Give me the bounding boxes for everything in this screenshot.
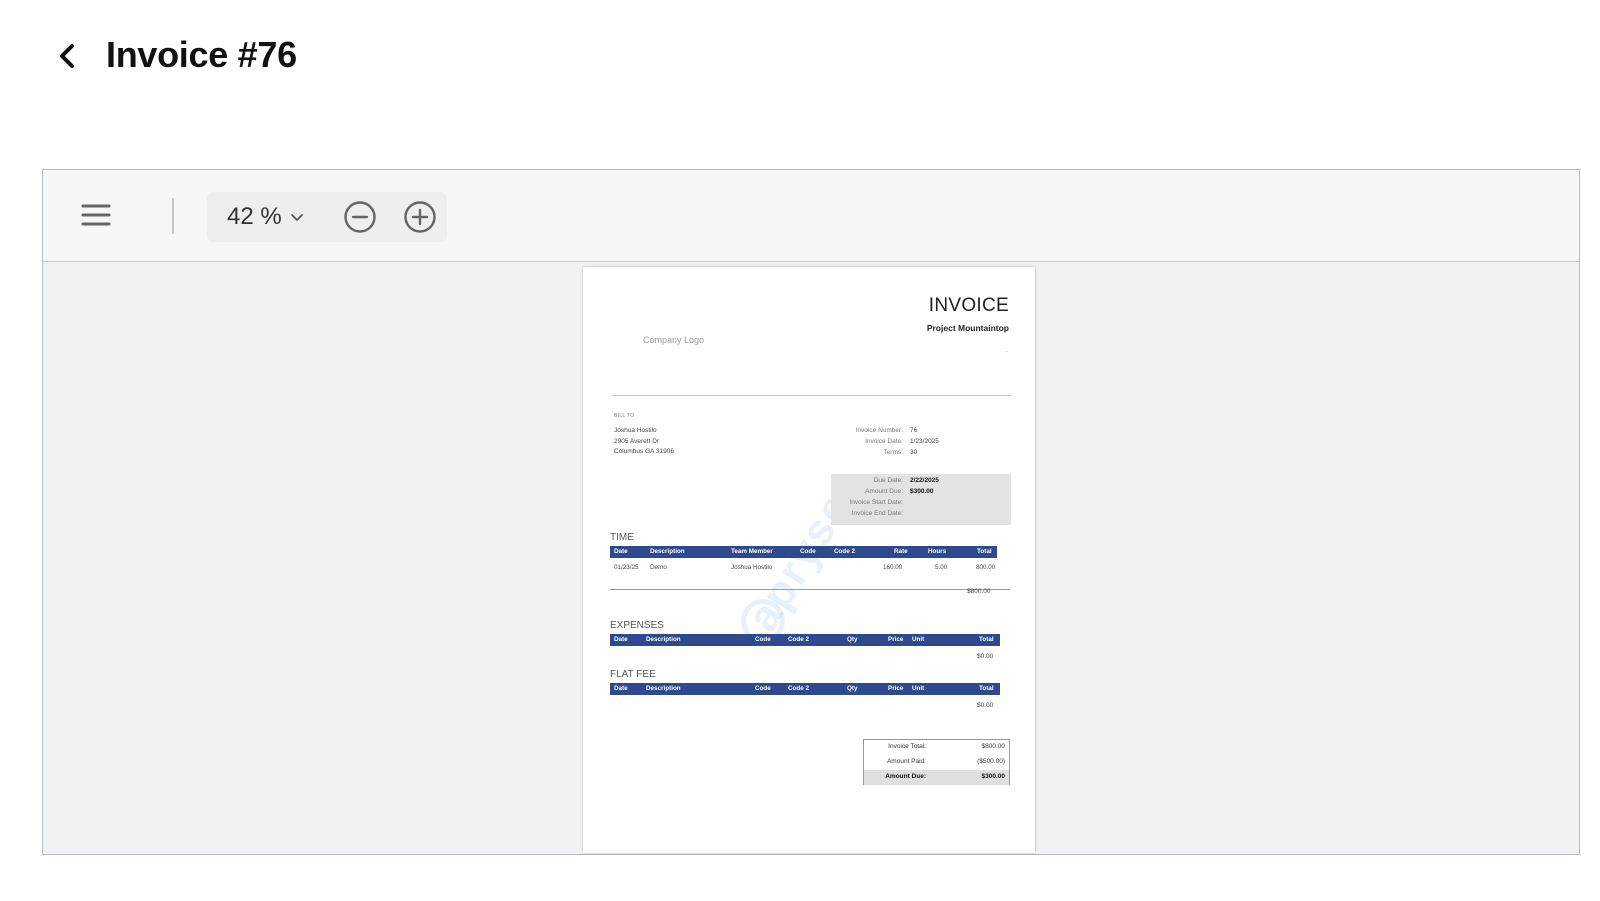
bill-to-city: Columbus GA 31906 — [614, 448, 674, 455]
col-description: Description — [646, 685, 681, 692]
page-header: Invoice #76 — [0, 0, 1600, 120]
invoice-total-value: $800.00 — [981, 743, 1006, 750]
time-row-rate: 160.00 — [883, 564, 903, 571]
plus-circle-icon — [404, 201, 436, 233]
zoom-value: 42 % — [227, 203, 282, 230]
expenses-table-header: Date Description Code Code 2 Qty Price U… — [610, 634, 1000, 646]
col-qty: Qty — [847, 685, 858, 692]
back-button[interactable] — [50, 38, 84, 74]
col-description: Description — [646, 636, 681, 643]
col-total: Total — [979, 685, 994, 692]
col-date: Date — [614, 685, 628, 692]
invoice-date-label: Invoice Date: — [865, 438, 903, 445]
col-total: Total — [977, 548, 992, 555]
flat-fee-table-header: Date Description Code Code 2 Qty Price U… — [610, 683, 1000, 695]
col-total: Total — [979, 636, 994, 643]
header-dot: . — [1006, 347, 1008, 354]
invoice-heading: INVOICE — [928, 295, 1009, 316]
zoom-in-button[interactable] — [403, 200, 437, 234]
invoice-date-value: 1/23/2025 — [910, 438, 939, 445]
zoom-controls: 42 % — [207, 192, 447, 242]
divider — [612, 395, 1011, 396]
invoice-total-row: Invoice Total: $800.00 — [864, 740, 1009, 755]
time-row-team-member: Joshua Hostilo — [731, 564, 773, 571]
col-code-2: Code 2 — [788, 685, 809, 692]
minus-circle-icon — [344, 201, 376, 233]
col-team-member: Team Member — [731, 548, 773, 555]
page-title: Invoice #76 — [106, 34, 297, 75]
project-name: Project Mountaintop — [926, 323, 1009, 333]
col-unit: Unit — [912, 636, 925, 643]
time-row-date: 01/23/25 — [614, 564, 639, 571]
col-code-2: Code 2 — [788, 636, 809, 643]
time-table-rule — [610, 589, 1010, 590]
col-qty: Qty — [847, 636, 858, 643]
bill-to-street: 2905 Averett Dr — [614, 438, 660, 445]
amount-due-row: Amount Due: $300.00 — [864, 770, 1009, 785]
terms-value: 30 — [910, 449, 918, 456]
col-price: Price — [888, 636, 904, 643]
col-date: Date — [614, 548, 628, 555]
amount-due-label: Amount Due: — [865, 488, 903, 495]
col-unit: Unit — [912, 685, 925, 692]
amount-due-value: $300.00 — [910, 488, 934, 495]
time-table-header: Date Description Team Member Code Code 2… — [610, 546, 997, 558]
zoom-dropdown[interactable]: 42 % — [227, 192, 304, 242]
amount-paid-label: Amount Paid: — [886, 758, 926, 765]
amount-due-total-label: Amount Due: — [885, 773, 926, 780]
invoice-number-value: 76 — [910, 427, 918, 434]
due-date-value: 2/22/2025 — [910, 477, 939, 484]
col-rate: Rate — [894, 548, 908, 555]
totals-box: Invoice Total: $800.00 Amount Paid: ($50… — [863, 739, 1010, 785]
col-description: Description — [650, 548, 685, 555]
amount-paid-row: Amount Paid: ($500.00) — [864, 755, 1009, 770]
bill-to-label: BILL TO — [614, 413, 635, 419]
col-hours: Hours — [928, 548, 947, 555]
col-code-2: Code 2 — [834, 548, 855, 555]
document-page[interactable]: apryse INVOICE Project Mountaintop . Com… — [583, 267, 1035, 853]
company-logo-placeholder: Company Logo — [643, 335, 705, 345]
time-row-total: 800.00 — [976, 564, 996, 571]
chevron-down-icon — [290, 214, 303, 221]
chevron-left-icon — [60, 44, 74, 68]
time-subtotal: $800.00 — [967, 588, 991, 595]
viewer-toolbar: 42 % — [43, 170, 1579, 262]
col-code: Code — [800, 548, 816, 555]
invoice-start-date-label: Invoice Start Date: — [849, 499, 903, 506]
time-row-hours: 5.00 — [935, 564, 948, 571]
expenses-subtotal: $0.00 — [977, 653, 994, 660]
expenses-section-title: EXPENSES — [610, 620, 664, 631]
bill-to-name: Joshua Hostilo — [614, 427, 657, 434]
time-row-description: Demo — [650, 564, 667, 571]
invoice-end-date-label: Invoice End Date: — [851, 510, 903, 517]
terms-label: Terms: — [883, 449, 904, 456]
amount-due-total-value: $300.00 — [981, 773, 1006, 780]
invoice-total-label: Invoice Total: — [888, 743, 926, 750]
col-date: Date — [614, 636, 628, 643]
flat-fee-section-title: FLAT FEE — [610, 669, 656, 680]
menu-button[interactable] — [79, 198, 113, 232]
col-code: Code — [755, 636, 771, 643]
invoice-number-label: Invoice Number: — [855, 427, 903, 434]
zoom-out-button[interactable] — [343, 200, 377, 234]
due-date-label: Due Date: — [873, 477, 903, 484]
hamburger-menu-icon — [81, 204, 111, 226]
document-viewer: 42 % apryse INVOICE Project Mountaintop … — [42, 169, 1580, 855]
flat-fee-subtotal: $0.00 — [977, 702, 994, 709]
col-price: Price — [888, 685, 904, 692]
time-section-title: TIME — [610, 532, 634, 543]
toolbar-divider — [172, 198, 174, 234]
col-code: Code — [755, 685, 771, 692]
amount-paid-value: ($500.00) — [977, 758, 1005, 765]
